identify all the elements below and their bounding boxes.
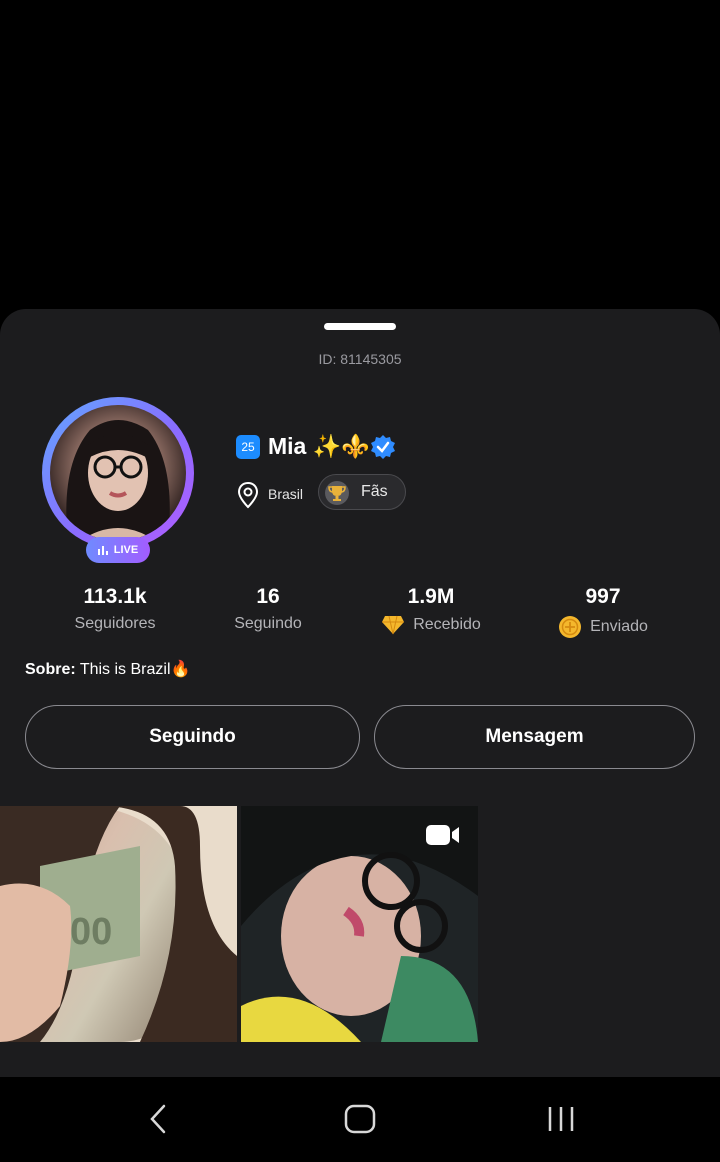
- verified-badge-icon: [371, 435, 395, 459]
- sent-label: Enviado: [590, 618, 648, 635]
- location-pin-icon: [237, 481, 259, 509]
- coin-icon: [559, 616, 582, 638]
- level-badge: 25: [236, 435, 260, 459]
- sent-count: 997: [585, 585, 621, 608]
- media-thumbnail-1[interactable]: 00: [0, 806, 237, 1042]
- recents-icon[interactable]: [546, 1103, 576, 1135]
- trophy-icon: [325, 481, 349, 505]
- following-label: Seguindo: [234, 615, 302, 632]
- stat-following[interactable]: 16 Seguindo: [214, 585, 322, 633]
- message-button[interactable]: Mensagem: [374, 705, 695, 769]
- followers-count: 113.1k: [83, 585, 147, 608]
- about-text: This is Brazil🔥: [79, 661, 191, 678]
- live-label: LIVE: [113, 544, 139, 556]
- about-prefix: Sobre:: [25, 661, 76, 678]
- stat-followers[interactable]: 113.1k Seguidores: [55, 585, 175, 633]
- drag-handle[interactable]: [324, 323, 396, 330]
- followers-label: Seguidores: [74, 615, 156, 632]
- diamond-icon: [382, 615, 405, 635]
- system-nav-bar: [0, 1077, 720, 1162]
- profile-name: Mia ✨⚜️: [268, 433, 371, 459]
- received-count: 1.9M: [407, 585, 455, 608]
- stat-received[interactable]: 1.9M Recebido: [366, 585, 496, 635]
- avatar[interactable]: [50, 405, 186, 541]
- svg-text:00: 00: [70, 911, 112, 953]
- avatar-portrait: [66, 420, 170, 541]
- profile-sheet: ID: 81145305 LIVE 25 Mia ✨⚜️ Brasil Fãs …: [0, 309, 720, 1077]
- back-icon[interactable]: [146, 1103, 170, 1135]
- location-text: Brasil: [268, 486, 304, 502]
- avatar-ring[interactable]: [42, 397, 194, 549]
- fans-label: Fãs: [361, 483, 388, 500]
- live-badge[interactable]: LIVE: [86, 537, 150, 563]
- following-button[interactable]: Seguindo: [25, 705, 360, 769]
- home-icon[interactable]: [343, 1103, 377, 1135]
- media-thumbnail-2[interactable]: [241, 806, 478, 1042]
- fans-button[interactable]: Fãs: [318, 474, 406, 510]
- video-camera-icon: [426, 825, 459, 845]
- received-label: Recebido: [413, 616, 481, 633]
- user-id: ID: 81145305: [318, 351, 402, 367]
- about-section: Sobre: This is Brazil🔥: [25, 659, 190, 679]
- stat-sent[interactable]: 997 Enviado: [544, 585, 662, 639]
- following-count: 16: [256, 585, 280, 608]
- live-bars-icon: [97, 545, 108, 555]
- photo-content: 00: [0, 806, 237, 1042]
